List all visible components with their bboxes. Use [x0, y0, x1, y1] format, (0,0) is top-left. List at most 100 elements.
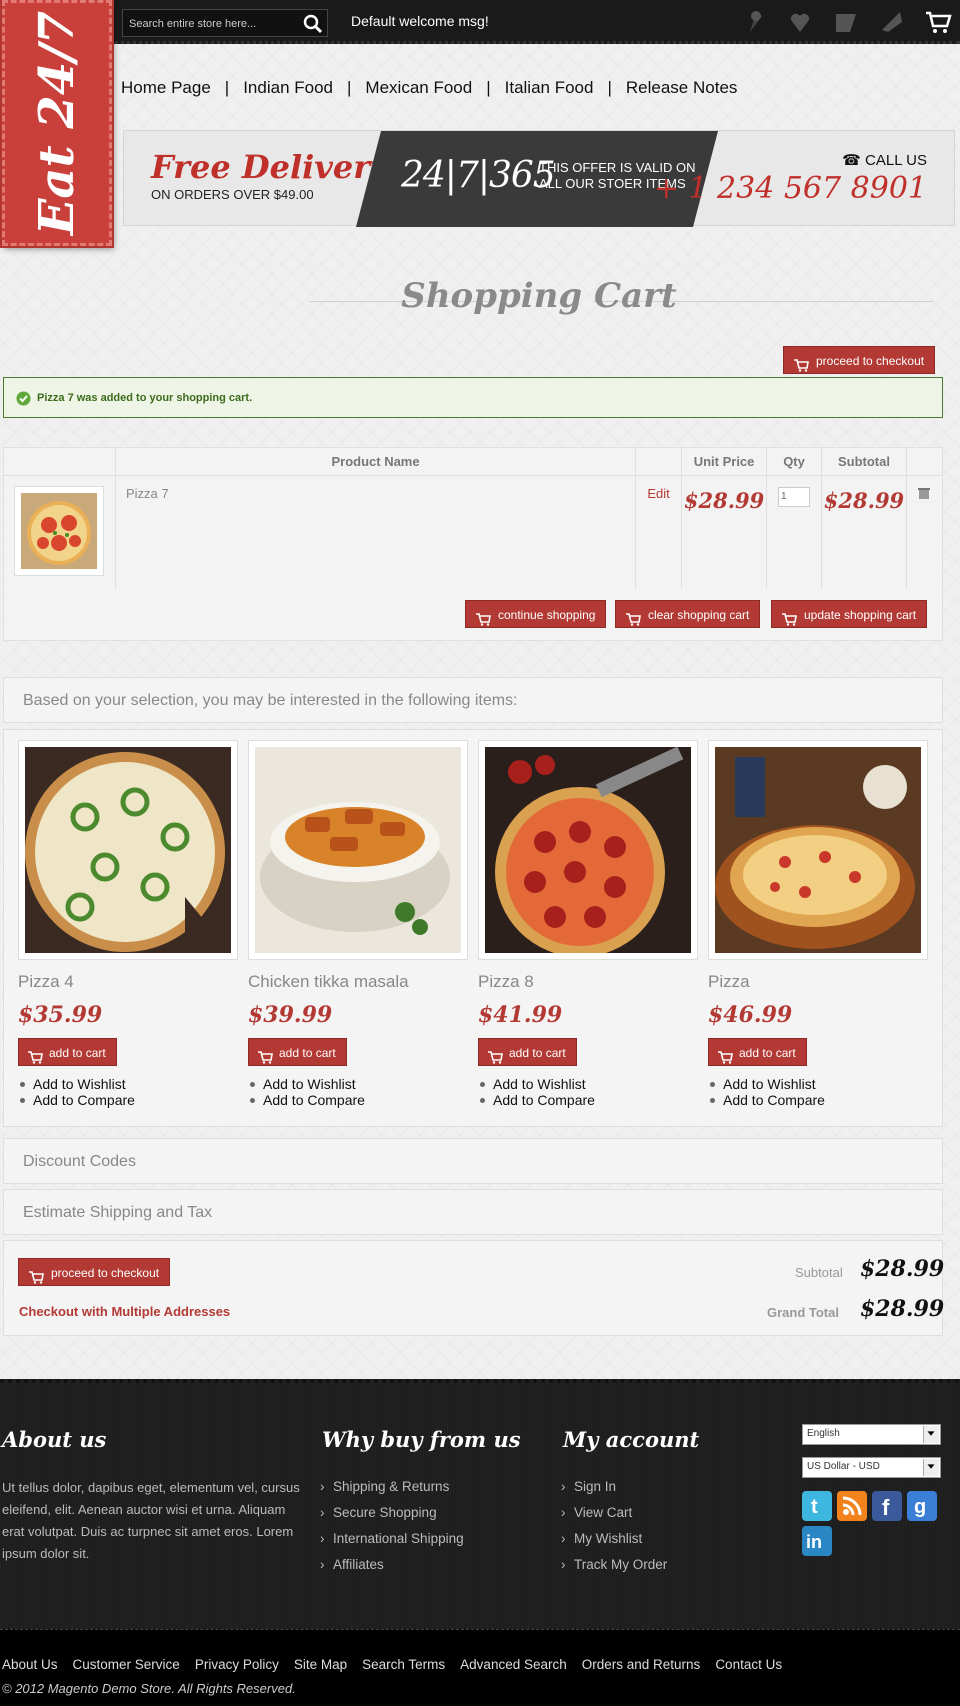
- product-name[interactable]: Pizza 4: [18, 972, 238, 992]
- footer-link[interactable]: Secure Shopping: [320, 1500, 464, 1526]
- product-image[interactable]: [478, 740, 698, 960]
- continue-shopping-label: continue shopping: [498, 608, 596, 622]
- product-name[interactable]: Pizza: [708, 972, 928, 992]
- product-name[interactable]: Chicken tikka masala: [248, 972, 468, 992]
- totals-box: proceed to checkout Checkout with Multip…: [3, 1240, 945, 1336]
- checkout-icon[interactable]: [878, 8, 906, 36]
- nav-separator: |: [486, 78, 491, 97]
- promo-banner: Free Delivery ON ORDERS OVER $49.00 24|7…: [123, 130, 955, 226]
- add-to-cart-button[interactable]: add to cart: [18, 1038, 117, 1066]
- cart-icon: [28, 1266, 44, 1284]
- update-cart-button[interactable]: update shopping cart: [771, 600, 928, 628]
- shopping-cart-icon[interactable]: [924, 8, 952, 36]
- continue-shopping-button[interactable]: continue shopping: [465, 600, 607, 628]
- add-to-cart-button[interactable]: add to cart: [248, 1038, 347, 1066]
- chevron-down-icon: [923, 1426, 939, 1443]
- cart-item-thumbnail[interactable]: [14, 486, 104, 576]
- proceed-to-checkout-button[interactable]: proceed to checkout: [18, 1258, 171, 1286]
- footer-link[interactable]: Affiliates: [320, 1552, 464, 1578]
- clear-cart-label: clear shopping cart: [648, 608, 750, 622]
- footer-link[interactable]: International Shipping: [320, 1526, 464, 1552]
- add-to-compare-link[interactable]: Add to Compare: [708, 1092, 928, 1108]
- nav-separator: |: [607, 78, 612, 97]
- grand-total-amount: $28.99: [860, 1296, 945, 1322]
- compare-icon[interactable]: [832, 8, 860, 36]
- google-icon[interactable]: g: [907, 1491, 937, 1521]
- bottom-link-privacy[interactable]: Privacy Policy: [195, 1657, 279, 1672]
- add-to-cart-button[interactable]: add to cart: [478, 1038, 577, 1066]
- add-to-wishlist-link[interactable]: Add to Wishlist: [478, 1076, 698, 1092]
- add-to-wishlist-link[interactable]: Add to Wishlist: [708, 1076, 928, 1092]
- nav-italian-food[interactable]: Italian Food: [505, 78, 594, 98]
- footer-link[interactable]: Track My Order: [561, 1552, 667, 1578]
- footer-why-title: Why buy from us: [322, 1427, 521, 1452]
- page-title-wrap: Shopping Cart: [123, 276, 955, 326]
- bookmark-icon[interactable]: [740, 8, 768, 36]
- footer-link[interactable]: View Cart: [561, 1500, 667, 1526]
- bottom-link-contact[interactable]: Contact Us: [715, 1657, 782, 1672]
- add-to-compare-link[interactable]: Add to Compare: [478, 1092, 698, 1108]
- heart-icon[interactable]: [786, 8, 814, 36]
- product-name[interactable]: Pizza 8: [478, 972, 698, 992]
- product-image[interactable]: [18, 740, 238, 960]
- call-us-label: ☎ CALL US: [842, 151, 927, 169]
- pizza-image: [715, 747, 921, 953]
- bottom-link-customer-service[interactable]: Customer Service: [73, 1657, 180, 1672]
- bottom-bar: About Us Customer Service Privacy Policy…: [0, 1629, 960, 1706]
- language-select[interactable]: English: [802, 1424, 941, 1445]
- cart-item-subtotal: $28.99: [821, 475, 907, 590]
- cart-icon: [257, 1046, 273, 1064]
- cart-item-name[interactable]: Pizza 7: [114, 475, 637, 590]
- cart-icon: [27, 1046, 43, 1064]
- footer-about-text: Ut tellus dolor, dapibus eget, elementum…: [2, 1480, 300, 1561]
- bottom-link-advanced-search[interactable]: Advanced Search: [460, 1657, 567, 1672]
- facebook-icon[interactable]: f: [872, 1491, 902, 1521]
- nav-mexican-food[interactable]: Mexican Food: [365, 78, 472, 98]
- copyright: © 2012 Magento Demo Store. All Rights Re…: [2, 1681, 296, 1696]
- add-to-cart-label: add to cart: [509, 1046, 566, 1060]
- bottom-link-about[interactable]: About Us: [2, 1657, 58, 1672]
- chicken-tikka-image: [255, 747, 461, 953]
- svg-text:f: f: [882, 1495, 890, 1520]
- add-to-compare-link[interactable]: Add to Compare: [248, 1092, 468, 1108]
- multiple-addresses-link[interactable]: Checkout with Multiple Addresses: [19, 1304, 230, 1319]
- bottom-link-sitemap[interactable]: Site Map: [294, 1657, 347, 1672]
- product-image[interactable]: [248, 740, 468, 960]
- product-price: $39.99: [248, 1002, 333, 1028]
- add-to-cart-button[interactable]: add to cart: [708, 1038, 807, 1066]
- cart-item-row: Pizza 7 Edit $28.99 $28.99: [3, 475, 944, 590]
- proceed-to-checkout-button-top[interactable]: proceed to checkout: [783, 346, 936, 374]
- nav-home[interactable]: Home Page: [121, 78, 211, 98]
- twitter-icon[interactable]: t: [802, 1491, 832, 1521]
- clear-cart-button[interactable]: clear shopping cart: [615, 600, 761, 628]
- product-links: Add to Wishlist Add to Compare: [708, 1076, 928, 1108]
- discount-codes-title: Discount Codes: [23, 1153, 136, 1170]
- logo-text: Eat 24/7: [29, 10, 85, 236]
- bottom-link-orders-returns[interactable]: Orders and Returns: [582, 1657, 701, 1672]
- product-image[interactable]: [708, 740, 928, 960]
- footer-link[interactable]: Sign In: [561, 1474, 667, 1500]
- discount-codes-box[interactable]: Discount Codes: [3, 1138, 943, 1184]
- currency-select[interactable]: US Dollar - USD: [802, 1457, 941, 1478]
- nav-release-notes[interactable]: Release Notes: [626, 78, 738, 98]
- add-to-compare-link[interactable]: Add to Compare: [18, 1092, 238, 1108]
- estimate-shipping-box[interactable]: Estimate Shipping and Tax: [3, 1189, 943, 1235]
- cart-item-unit-price: $28.99: [681, 475, 768, 590]
- footer-about-title: About us: [2, 1427, 107, 1452]
- search-icon[interactable]: [303, 14, 323, 34]
- footer-link[interactable]: Shipping & Returns: [320, 1474, 464, 1500]
- add-to-wishlist-link[interactable]: Add to Wishlist: [248, 1076, 468, 1092]
- linkedin-icon[interactable]: in: [802, 1526, 832, 1556]
- cart-item-edit-link[interactable]: Edit: [635, 475, 683, 590]
- trash-icon[interactable]: [917, 486, 931, 500]
- nav-indian-food[interactable]: Indian Food: [243, 78, 333, 98]
- site-logo[interactable]: Eat 24/7: [0, 0, 114, 248]
- footer-link[interactable]: My Wishlist: [561, 1526, 667, 1552]
- add-to-cart-label: add to cart: [279, 1046, 336, 1060]
- rss-icon[interactable]: [837, 1491, 867, 1521]
- qty-input[interactable]: [778, 486, 811, 507]
- crosssell-list: Pizza 4 $35.99 add to cart Add to Wishli…: [3, 729, 943, 1127]
- bottom-link-search-terms[interactable]: Search Terms: [362, 1657, 445, 1672]
- add-to-wishlist-link[interactable]: Add to Wishlist: [18, 1076, 238, 1092]
- search-input[interactable]: [129, 15, 299, 33]
